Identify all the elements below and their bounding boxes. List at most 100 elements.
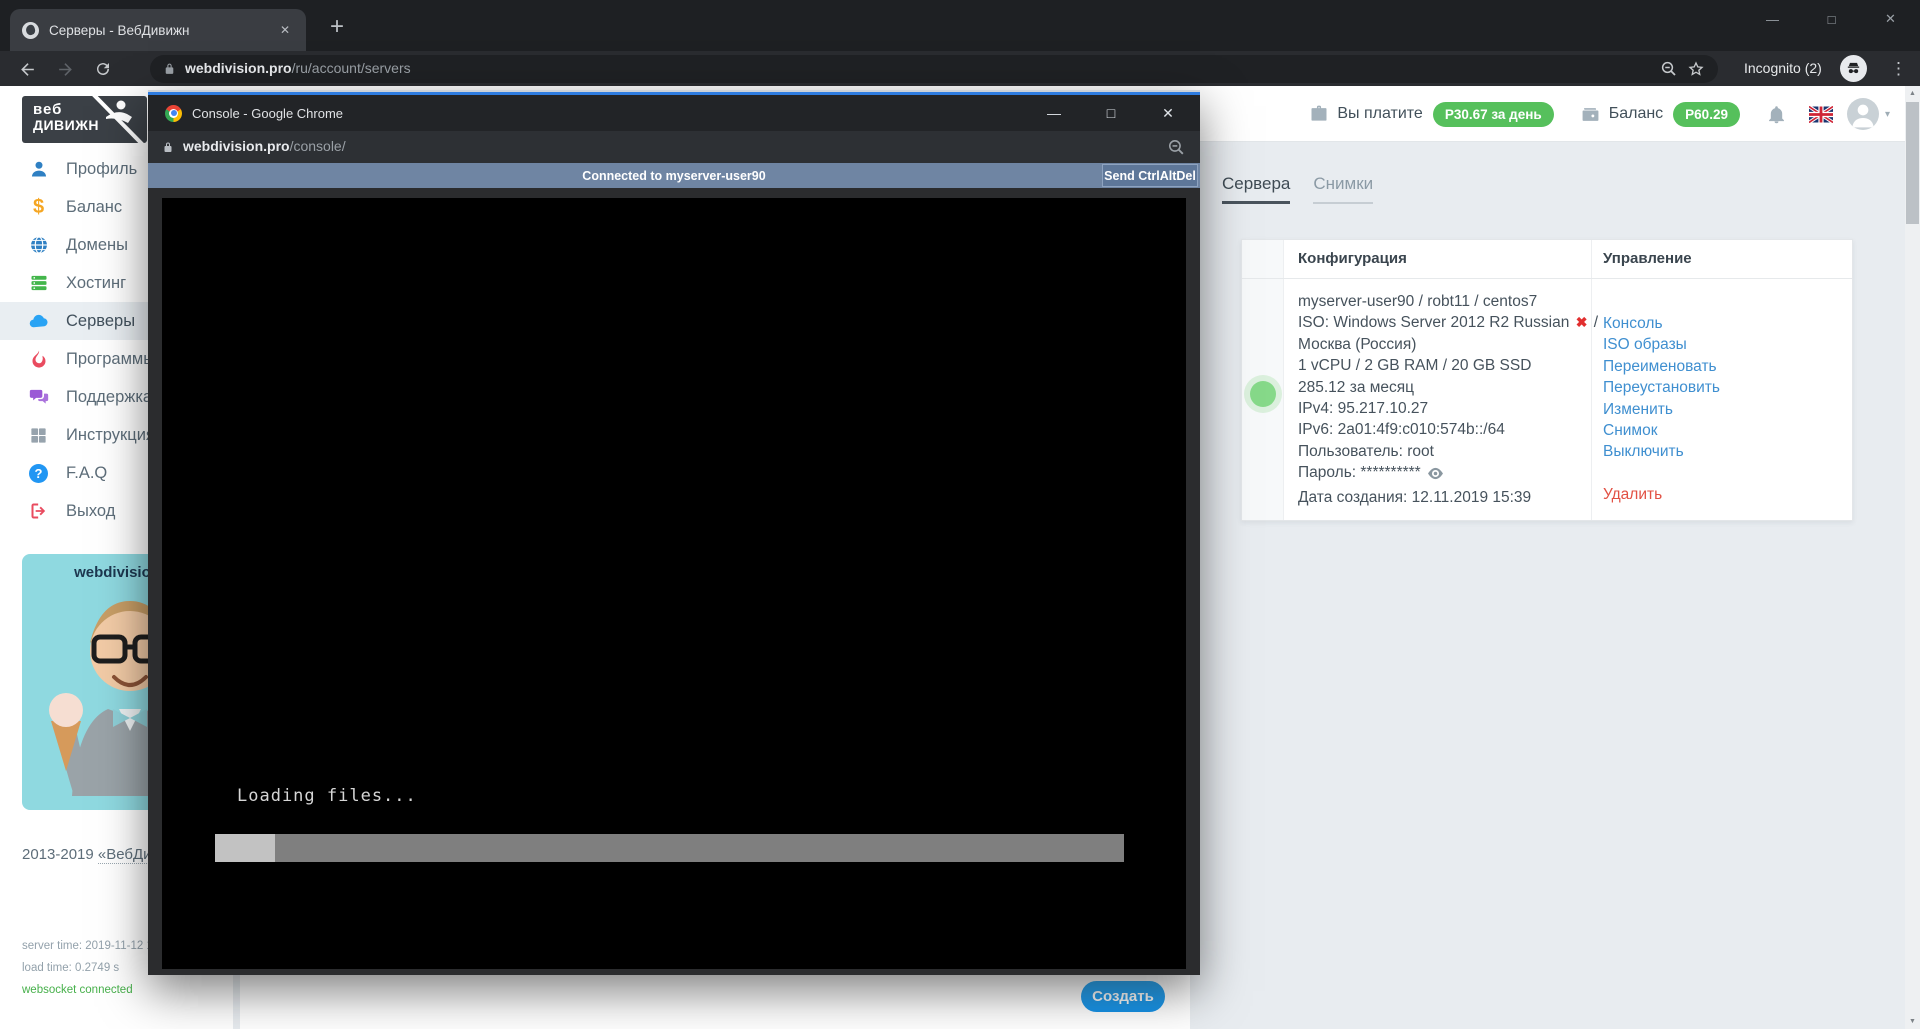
briefcase-icon (1309, 104, 1329, 124)
servers-table: Конфигурация Управление myserver-user90 … (1241, 239, 1853, 521)
status-cell (1242, 279, 1284, 520)
load-time-text: load time: 0.2749 s (22, 962, 119, 974)
window-minimize-icon[interactable]: — (1743, 0, 1802, 38)
forward-icon[interactable] (52, 56, 78, 82)
sidebar-item-label: Программы (66, 350, 155, 369)
reload-icon[interactable] (90, 56, 116, 82)
link-reinstall[interactable]: Переустановить (1603, 377, 1841, 398)
send-ctrl-alt-del-button[interactable]: Send CtrlAltDel (1102, 164, 1198, 187)
dollar-icon: $ (28, 197, 49, 218)
account-caret-icon[interactable]: ▾ (1885, 109, 1890, 120)
page-scrollbar[interactable]: ▲ ▼ (1905, 86, 1920, 1029)
flame-icon (28, 349, 49, 370)
sidebar-item-label: Профиль (66, 160, 137, 179)
tab-servers[interactable]: Сервера (1222, 174, 1290, 204)
console-maximize-icon[interactable]: □ (1089, 105, 1133, 122)
console-status-text: Connected to myserver-user90 (582, 169, 765, 183)
console-body: Loading files... (148, 188, 1200, 975)
server-user: Пользователь: root (1298, 441, 1577, 462)
incognito-avatar-icon[interactable] (1840, 55, 1867, 82)
config-column-header: Конфигурация (1298, 250, 1407, 267)
zoom-out-icon[interactable] (1167, 138, 1186, 157)
site-favicon-icon (22, 22, 39, 39)
manage-column-header: Управление (1603, 250, 1692, 267)
hosting-stack-icon (28, 273, 49, 294)
console-window-title: Console - Google Chrome (192, 106, 1022, 121)
server-price: 285.12 за месяц (1298, 377, 1577, 398)
sidebar-item-label: Поддержка (66, 388, 152, 407)
tab-title: Серверы - ВебДивижн (49, 23, 266, 38)
url-path: /ru/account/servers (292, 60, 411, 76)
browser-toolbar: webdivision.pro/ru/account/servers Incog… (0, 51, 1920, 86)
show-password-eye-icon[interactable] (1427, 465, 1444, 486)
server-ipv6: IPv6: 2a01:4f9:c010:574b::/64 (1298, 419, 1577, 440)
account-avatar[interactable] (1847, 98, 1879, 130)
window-maximize-icon[interactable]: □ (1802, 0, 1861, 38)
url-host: webdivision.pro (185, 60, 292, 76)
logo[interactable]: веб ДИВИЖН (22, 96, 147, 143)
iso-text: ISO: Windows Server 2012 R2 Russian (1298, 314, 1569, 331)
websocket-status-text: websocket connected (22, 984, 133, 996)
scroll-down-icon[interactable]: ▼ (1905, 1014, 1920, 1029)
server-specs: 1 vCPU / 2 GB RAM / 20 GB SSD (1298, 355, 1577, 376)
link-edit[interactable]: Изменить (1603, 399, 1841, 420)
console-progress-fill (215, 834, 275, 862)
console-close-icon[interactable]: ✕ (1146, 105, 1190, 122)
server-time-text: server time: 2019-11-12 17:0 (22, 940, 169, 952)
globe-icon (28, 235, 49, 256)
server-password-line: Пароль: ********** (1298, 462, 1577, 486)
sidebar-item-label: Инструкция (66, 426, 155, 445)
create-server-button[interactable]: Создать (1081, 981, 1165, 1012)
balance-badge: Р60.29 (1673, 102, 1740, 127)
new-tab-button[interactable]: + (320, 10, 354, 44)
browser-tab-bar: Серверы - ВебДивижн ✕ + — □ ✕ (0, 0, 1920, 51)
pay-badge: Р30.67 за день (1433, 102, 1554, 127)
language-flag-icon[interactable] (1809, 106, 1833, 123)
browser-tab[interactable]: Серверы - ВебДивижн ✕ (10, 9, 306, 51)
console-minimize-icon[interactable]: — (1032, 105, 1076, 122)
vnc-screen[interactable]: Loading files... (162, 198, 1186, 969)
link-iso-images[interactable]: ISO образы (1603, 334, 1841, 355)
address-bar[interactable]: webdivision.pro/ru/account/servers (150, 55, 1718, 83)
tab-close-icon[interactable]: ✕ (276, 21, 294, 39)
window-controls: — □ ✕ (1743, 0, 1920, 38)
sidebar-item-label: Баланс (66, 198, 122, 217)
bell-icon[interactable] (1766, 104, 1787, 125)
grid-icon (28, 425, 49, 446)
server-password: Пароль: ********** (1298, 464, 1421, 481)
table-header-row: Конфигурация Управление (1242, 240, 1852, 279)
link-poweroff[interactable]: Выключить (1603, 441, 1841, 462)
link-console[interactable]: Консоль (1603, 313, 1841, 334)
tab-snapshots[interactable]: Снимки (1313, 174, 1373, 204)
console-progress-bar (215, 834, 1124, 862)
wallet-icon (1580, 105, 1601, 124)
lock-icon (163, 62, 176, 76)
sidebar-item-label: Хостинг (66, 274, 126, 293)
link-snapshot[interactable]: Снимок (1603, 420, 1841, 441)
server-iso-line: ISO: Windows Server 2012 R2 Russian ✖ / (1298, 312, 1577, 333)
zoom-out-icon[interactable] (1660, 60, 1678, 78)
console-titlebar[interactable]: Console - Google Chrome — □ ✕ (148, 95, 1200, 131)
status-online-dot (1250, 381, 1276, 407)
manage-cell: Консоль ISO образы Переименовать Переуст… (1592, 279, 1852, 520)
iso-remove-icon[interactable]: ✖ (1574, 314, 1590, 330)
view-tabs: Сервера Снимки (1222, 174, 1373, 204)
browser-menu-icon[interactable]: ⋮ (1890, 51, 1907, 86)
back-icon[interactable] (14, 56, 40, 82)
scroll-up-icon[interactable]: ▲ (1905, 86, 1920, 101)
console-url-host: webdivision.pro (183, 138, 290, 154)
console-window: Console - Google Chrome — □ ✕ webdivisio… (148, 90, 1200, 975)
link-delete[interactable]: Удалить (1603, 484, 1841, 505)
console-address-bar[interactable]: webdivision.pro/console/ (148, 131, 1200, 163)
sidebar-item-label: Серверы (66, 312, 135, 331)
scrollbar-thumb[interactable] (1906, 102, 1919, 224)
sidebar-item-label: F.A.Q (66, 464, 107, 483)
console-url-path: /console/ (290, 138, 346, 154)
bookmark-star-icon[interactable] (1687, 60, 1705, 78)
link-rename[interactable]: Переименовать (1603, 356, 1841, 377)
screen: Серверы - ВебДивижн ✕ + — □ ✕ webdivisio… (0, 0, 1920, 1029)
logo-slash-icon (22, 96, 147, 143)
window-close-icon[interactable]: ✕ (1861, 0, 1920, 38)
sidebar-item-label: Домены (66, 236, 128, 255)
balance-label: Баланс (1609, 105, 1663, 123)
